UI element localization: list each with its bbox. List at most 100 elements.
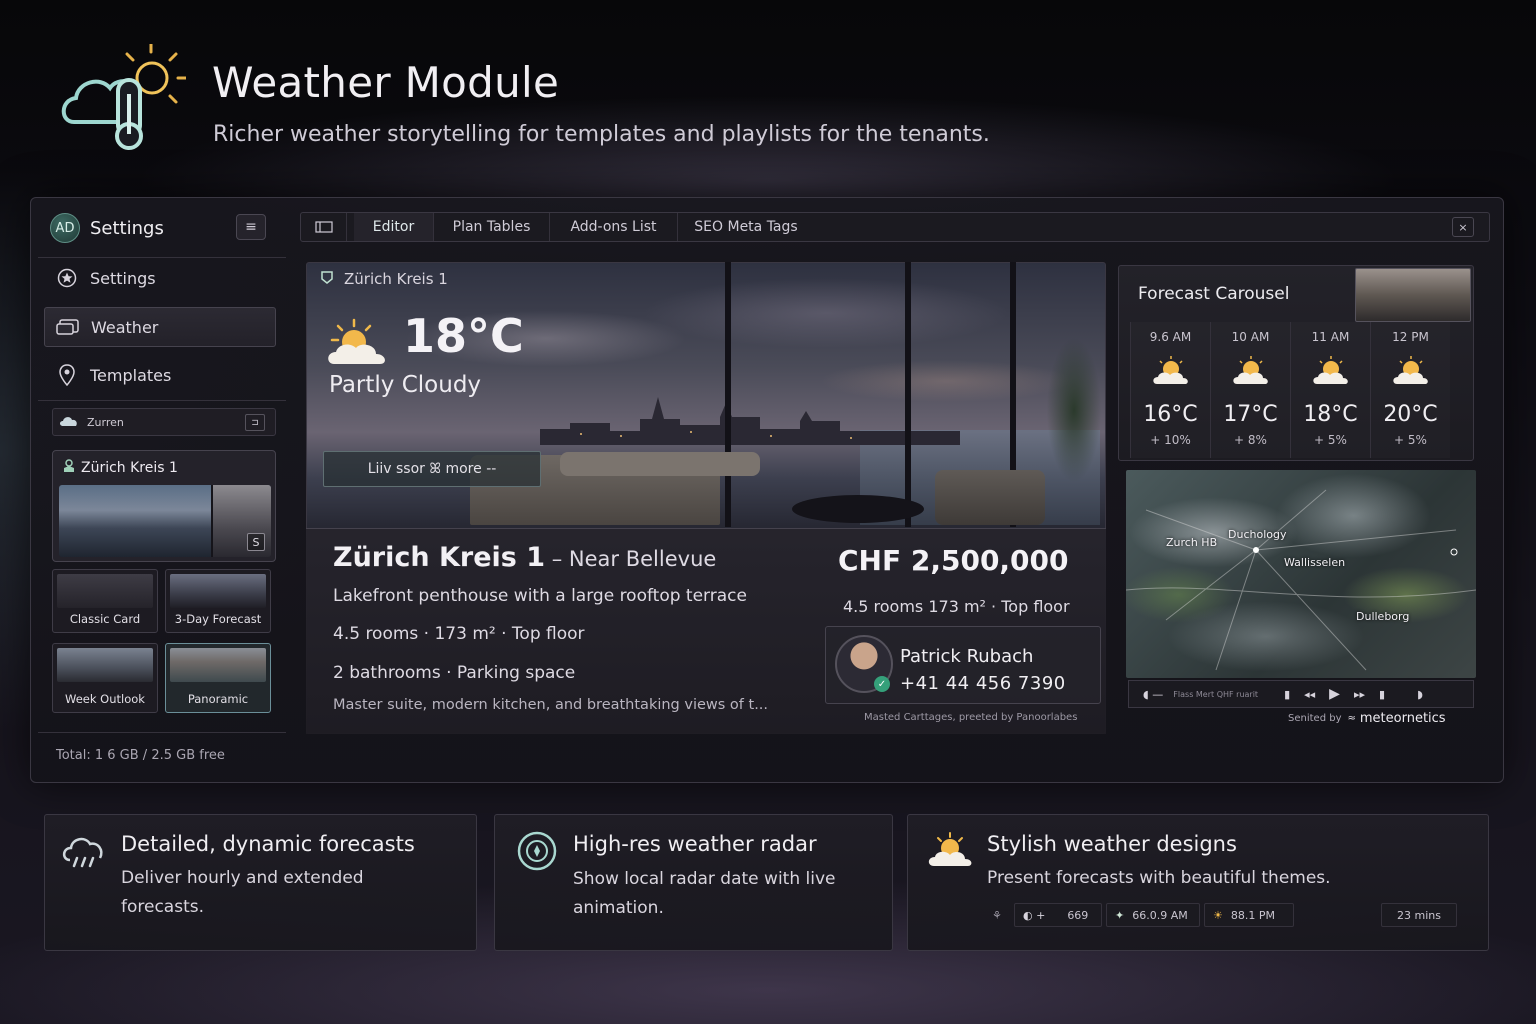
- stat-duration: 23 mins: [1381, 903, 1457, 927]
- forecast-precip: + 10%: [1150, 433, 1191, 447]
- radar-label: Zurch HB: [1166, 536, 1218, 549]
- listing-title-suffix: – Near Bellevue: [545, 547, 717, 571]
- template-classic-card[interactable]: Classic Card: [52, 569, 158, 633]
- close-icon[interactable]: ×: [1452, 217, 1474, 237]
- template-label: Panoramic: [187, 692, 249, 706]
- listing-title: Zürich Kreis 1 – Near Bellevue: [333, 542, 716, 573]
- tab-add-ons-list[interactable]: Add-ons List: [550, 213, 678, 241]
- stat-value: 66.0.9 AM: [1132, 908, 1188, 922]
- radar-controls-label: Flass Mert QHF ruarit: [1173, 689, 1259, 699]
- menu-button[interactable]: ≡: [236, 214, 266, 240]
- city-skyline: [540, 397, 960, 445]
- pin-icon: [54, 364, 80, 386]
- tab-editor[interactable]: Editor: [354, 213, 434, 241]
- listing-credit: Masted Carttages, preeted by Panoorlabes: [864, 712, 1078, 723]
- step-forward-icon[interactable]: ▸▸: [1354, 688, 1365, 701]
- tab-seo-meta-tags[interactable]: SEO Meta Tags: [678, 213, 814, 241]
- skip-start-icon[interactable]: ▮: [1284, 688, 1290, 701]
- menu-icon: ≡: [245, 219, 257, 235]
- template-label: 3-Day Forecast: [174, 612, 262, 626]
- sunrise-icon: ✦: [1115, 908, 1125, 922]
- verified-check-icon: ✓: [874, 676, 890, 692]
- location-selector-label: Zurren: [87, 415, 124, 429]
- forecast-temp: 16°C: [1143, 402, 1198, 427]
- feature-title: High-res weather radar: [573, 832, 817, 856]
- feature-title: Detailed, dynamic forecasts: [121, 832, 415, 856]
- sidebar-item-label: Weather: [91, 317, 159, 337]
- forecast-time: 12 PM: [1392, 330, 1429, 344]
- radar-label: Wallisselen: [1284, 556, 1346, 569]
- partly-cloudy-icon: [328, 318, 385, 364]
- stat-sunset: ☀ 88.1 PM: [1204, 903, 1294, 927]
- current-temperature: 18°C: [403, 309, 524, 363]
- template-3-day-forecast[interactable]: 3-Day Forecast: [165, 569, 271, 633]
- panel-toggle-icon[interactable]: [301, 213, 347, 241]
- listing-rooms: 4.5 rooms · 173 m² · Top floor: [333, 624, 585, 644]
- avatar[interactable]: AD: [50, 213, 80, 243]
- window-mullion: [725, 262, 731, 527]
- forward-icon[interactable]: ◗: [1417, 688, 1423, 701]
- current-condition: Partly Cloudy: [329, 372, 482, 398]
- partly-cloudy-icon: [1153, 356, 1188, 384]
- home-pin-icon: [63, 459, 75, 477]
- wind-icon: ⚘: [992, 908, 1002, 922]
- location-card-badge: S: [247, 533, 265, 551]
- sunset-icon: ☀: [1213, 908, 1223, 922]
- step-back-icon[interactable]: ◂◂: [1304, 688, 1315, 701]
- forecast-time: 11 AM: [1311, 330, 1350, 344]
- location-selector[interactable]: Zurren ⊐: [52, 408, 276, 436]
- expand-icon[interactable]: ⊐: [245, 414, 265, 431]
- feature-description: Show local radar date with live animatio…: [573, 869, 836, 918]
- forecast-precip: + 5%: [1394, 433, 1427, 447]
- template-week-outlook[interactable]: Week Outlook: [52, 643, 158, 713]
- agent-name: Patrick Rubach: [900, 646, 1034, 667]
- page-title: Weather Module: [212, 58, 560, 107]
- stat-value: 23 mins: [1397, 908, 1441, 922]
- forecast-time: 9.6 AM: [1149, 330, 1192, 344]
- live-more-button[interactable]: Liiv ssor ꕤ more --: [323, 451, 541, 487]
- radar-label: Duchology: [1228, 528, 1287, 541]
- skip-end-icon[interactable]: ▮: [1379, 688, 1385, 701]
- partly-cloudy-icon: [1393, 356, 1428, 384]
- agent-phone[interactable]: +41 44 456 7390: [900, 673, 1066, 694]
- sidebar-item-templates[interactable]: Templates: [44, 355, 276, 395]
- listing-description: Master suite, modern kitchen, and breath…: [333, 697, 769, 713]
- powered-by: Senited by ≈ meteornetics: [1288, 711, 1446, 726]
- radar-controls: ◖ — Flass Mert QHF ruarit ▮ ◂◂ ▶ ▸▸ ▮ ◗: [1128, 680, 1474, 708]
- powered-by-brand: meteornetics: [1359, 711, 1446, 726]
- radar-map[interactable]: Zurch HB Duchology Wallisselen Dulleborg: [1126, 470, 1476, 678]
- forecast-time: 10 AM: [1231, 330, 1270, 344]
- listing-headline: Lakefront penthouse with a large rooftop…: [333, 586, 747, 606]
- forecast-temp: 18°C: [1303, 402, 1358, 427]
- forecast-slot[interactable]: 12 PM 20°C + 5%: [1370, 322, 1450, 458]
- sidebar-item-settings[interactable]: Settings: [44, 258, 276, 298]
- listing-extras: 2 bathrooms · Parking space: [333, 663, 576, 683]
- sidebar-item-weather[interactable]: Weather: [44, 307, 276, 347]
- forecast-precip: + 8%: [1234, 433, 1267, 447]
- forecast-slot[interactable]: 10 AM 17°C + 8%: [1210, 322, 1290, 458]
- hero-location-label: Zürich Kreis 1: [344, 270, 448, 288]
- coffee-table: [792, 495, 924, 523]
- weather-card-icon: [55, 318, 81, 336]
- rewind-icon[interactable]: ◖ —: [1143, 688, 1163, 701]
- plant: [1040, 310, 1108, 510]
- template-panoramic[interactable]: Panoramic: [165, 643, 271, 713]
- forecast-slot[interactable]: 11 AM 18°C + 5%: [1290, 322, 1370, 458]
- sun-cloud-icon: [928, 832, 972, 866]
- brand-logo-icon: ≈: [1347, 713, 1356, 724]
- feature-description: Present forecasts with beautiful themes.: [987, 868, 1331, 888]
- location-card[interactable]: Zürich Kreis 1 S: [52, 450, 276, 562]
- location-card-title: Zürich Kreis 1: [81, 460, 178, 476]
- template-label: Week Outlook: [65, 692, 145, 706]
- forecast-carousel-thumbnail[interactable]: [1355, 268, 1471, 322]
- window-mullion: [905, 262, 911, 527]
- template-label: Classic Card: [69, 612, 141, 626]
- storage-status: Total: 1 6 GB / 2.5 GB free: [56, 748, 225, 763]
- tab-plan-tables[interactable]: Plan Tables: [434, 213, 550, 241]
- star-badge-icon: [54, 268, 80, 288]
- listing-title-main: Zürich Kreis 1: [333, 542, 546, 573]
- forecast-slot[interactable]: 9.6 AM 16°C + 10%: [1130, 322, 1210, 458]
- radar-label: Dulleborg: [1356, 610, 1410, 623]
- sofa-back: [560, 452, 760, 476]
- play-icon[interactable]: ▶: [1329, 686, 1340, 702]
